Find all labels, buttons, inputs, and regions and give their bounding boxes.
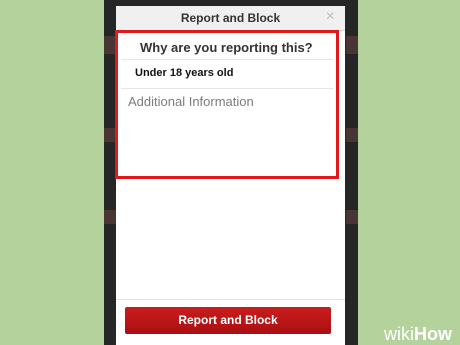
background-app-strip: [104, 210, 116, 224]
wikihow-logo-wiki: wiki: [384, 324, 414, 344]
footer-divider: [116, 299, 345, 300]
wikihow-logo-how: How: [414, 324, 452, 344]
divider: [121, 59, 334, 60]
report-reason-option[interactable]: Under 18 years old: [135, 67, 233, 79]
background-app-strip: [346, 128, 358, 142]
report-question: Why are you reporting this?: [140, 40, 313, 55]
wikihow-logo: wikiHow: [384, 325, 452, 343]
close-icon[interactable]: ×: [326, 8, 335, 26]
additional-information-field[interactable]: Additional Information: [128, 94, 254, 109]
dialog-header: Report and Block ×: [116, 6, 345, 31]
divider: [121, 88, 334, 89]
background-app-strip: [346, 36, 358, 54]
report-and-block-button[interactable]: Report and Block: [125, 307, 331, 334]
background-app-strip: [346, 210, 358, 224]
dialog-title: Report and Block: [180, 11, 281, 25]
